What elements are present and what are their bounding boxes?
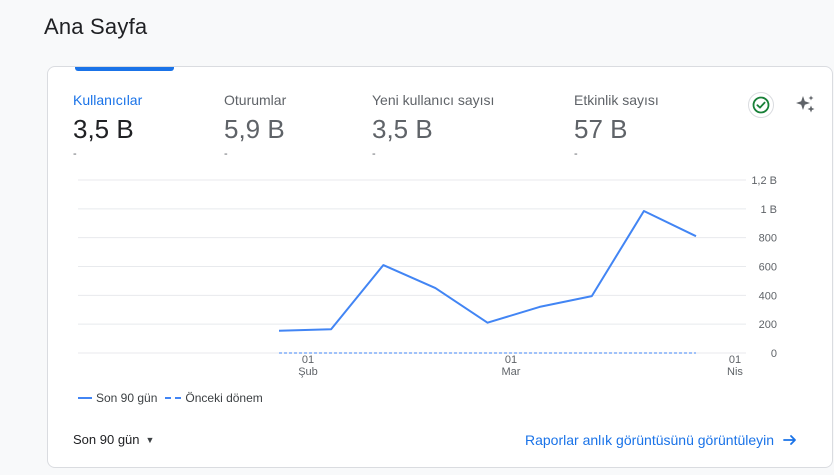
metric-value: 5,9 B (224, 114, 285, 144)
metric-label: Yeni kullanıcı sayısı (372, 92, 495, 108)
metric-tab-event-count[interactable]: Etkinlik sayısı 57 B - (574, 92, 659, 160)
active-tab-indicator (75, 67, 174, 71)
page-title: Ana Sayfa (44, 14, 148, 39)
y-tick-label: 200 (759, 319, 777, 331)
metric-value: 3,5 B (372, 114, 433, 144)
chart-legend: Son 90 gün Önceki dönem (78, 391, 271, 405)
sparkle-icon (796, 95, 815, 113)
x-tick-month: Nis (727, 366, 743, 378)
metric-delta: - (73, 148, 77, 160)
status-check-button[interactable] (748, 92, 774, 118)
y-tick-label: 600 (759, 262, 777, 274)
y-tick-label: 0 (771, 348, 777, 360)
y-tick-label: 1,2 B (751, 175, 777, 187)
legend-label: Son 90 gün (96, 391, 158, 405)
x-tick-day: 01 (729, 354, 741, 366)
legend-item-previous: Önceki dönem (165, 391, 263, 405)
metric-delta: - (574, 148, 578, 160)
legend-swatch-solid (78, 397, 92, 399)
view-reports-snapshot-link[interactable]: Raporlar anlık görüntüsünü görüntüleyin (525, 432, 798, 448)
check-circle-icon (752, 96, 770, 114)
metric-tab-sessions[interactable]: Oturumlar 5,9 B - (224, 92, 287, 160)
x-tick-day: 01 (505, 354, 517, 366)
metric-tab-new-users[interactable]: Yeni kullanıcı sayısı 3,5 B - (372, 92, 495, 160)
arrow-right-icon (783, 435, 796, 445)
legend-label: Önceki dönem (185, 391, 263, 405)
insights-button[interactable] (791, 91, 819, 119)
x-tick-month: Şub (298, 366, 318, 378)
metric-value: 3,5 B (73, 114, 134, 144)
metric-delta: - (372, 148, 376, 160)
caret-down-icon: ▼ (145, 434, 155, 445)
report-link-label: Raporlar anlık görüntüsünü görüntüleyin (525, 432, 775, 448)
metric-label: Etkinlik sayısı (574, 92, 659, 108)
overview-card: Kullanıcılar 3,5 B - Oturumlar 5,9 B - Y… (47, 66, 833, 468)
y-tick-label: 400 (759, 290, 777, 302)
legend-swatch-dashed (165, 397, 182, 399)
metric-tab-users[interactable]: Kullanıcılar 3,5 B - (73, 92, 143, 160)
y-tick-label: 1 B (760, 204, 777, 216)
metric-delta: - (224, 148, 228, 160)
x-tick-month: Mar (502, 366, 521, 378)
metric-value: 57 B (574, 114, 628, 144)
metric-label: Kullanıcılar (73, 92, 143, 108)
date-range-label: Son 90 gün (73, 432, 140, 447)
y-tick-label: 800 (759, 233, 777, 245)
x-tick-day: 01 (302, 354, 314, 366)
legend-item-current: Son 90 gün (78, 391, 157, 405)
series-line-last-90-days (278, 210, 697, 332)
date-range-dropdown[interactable]: Son 90 gün ▼ (73, 432, 154, 447)
metric-label: Oturumlar (224, 92, 287, 108)
